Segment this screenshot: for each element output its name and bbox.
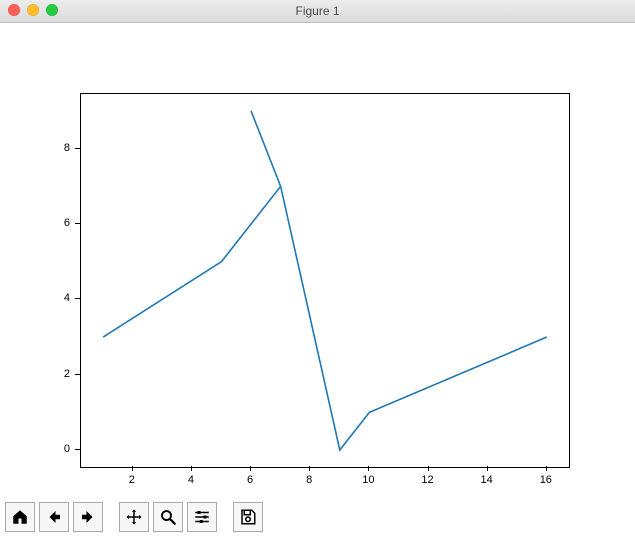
configure-button[interactable] [187,502,217,532]
y-tick [75,148,80,149]
x-tick [487,466,488,471]
zoom-icon [159,508,177,526]
pan-button[interactable] [119,502,149,532]
y-tick [75,223,80,224]
y-tick-label: 6 [50,217,70,229]
axes [80,93,570,468]
zoom-button[interactable] [153,502,183,532]
move-icon [125,508,143,526]
minimize-icon[interactable] [27,4,39,16]
sliders-icon [193,508,211,526]
home-icon [11,508,29,526]
y-tick-label: 4 [50,292,70,304]
x-tick [368,466,369,471]
arrow-left-icon [45,508,63,526]
y-tick-label: 8 [50,142,70,154]
figure-canvas: 2 4 6 8 10 12 14 16 0 2 4 6 8 [0,23,635,498]
x-tick-label: 14 [481,474,493,486]
save-button[interactable] [233,502,263,532]
x-tick-label: 2 [129,474,135,486]
x-tick-label: 6 [247,474,253,486]
y-tick [75,298,80,299]
x-tick-label: 12 [421,474,433,486]
back-button[interactable] [39,502,69,532]
x-tick [428,466,429,471]
x-tick [191,466,192,471]
window-titlebar: Figure 1 [0,0,635,23]
x-tick [309,466,310,471]
x-tick-label: 4 [188,474,194,486]
x-tick-label: 16 [540,474,552,486]
line-series [81,94,569,467]
home-button[interactable] [5,502,35,532]
y-tick [75,449,80,450]
x-tick [250,466,251,471]
x-tick-label: 10 [362,474,374,486]
maximize-icon[interactable] [46,4,58,16]
save-icon [239,508,257,526]
forward-button[interactable] [73,502,103,532]
nav-toolbar [5,502,263,532]
close-icon[interactable] [8,4,20,16]
x-tick [546,466,547,471]
window-title: Figure 1 [295,4,339,18]
x-tick [132,466,133,471]
window-controls [8,4,58,16]
y-tick-label: 2 [50,368,70,380]
y-tick-label: 0 [50,443,70,455]
x-tick-label: 8 [306,474,312,486]
arrow-right-icon [79,508,97,526]
y-tick [75,374,80,375]
